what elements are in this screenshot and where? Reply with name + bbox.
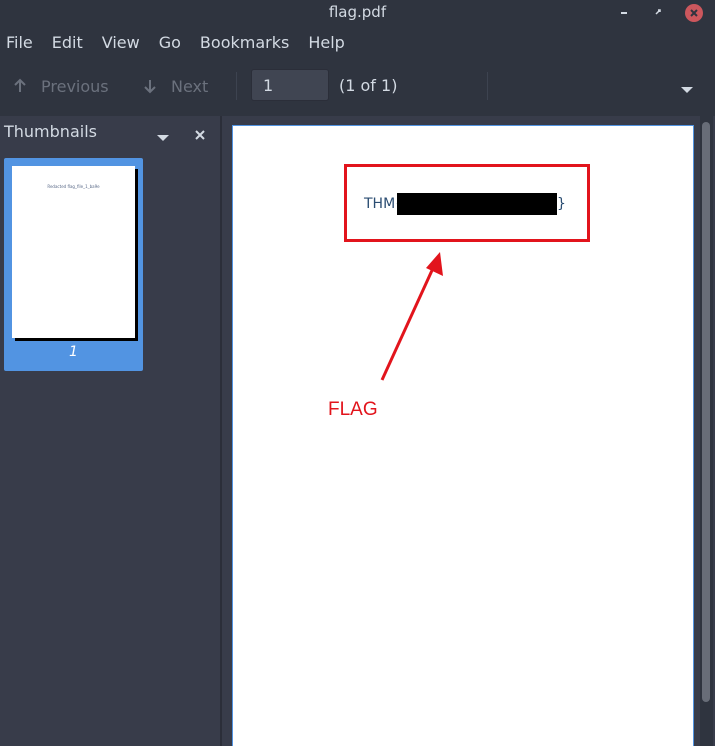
page-count: (1 of 1) — [339, 76, 398, 95]
chevron-down-icon — [157, 135, 169, 141]
maximize-button[interactable] — [648, 3, 668, 23]
menu-go[interactable]: Go — [159, 33, 181, 52]
page-number-input[interactable] — [251, 69, 329, 101]
sidebar-close-button[interactable] — [194, 126, 206, 145]
close-icon — [685, 4, 703, 22]
sidebar-title[interactable]: Thumbnails — [4, 122, 97, 141]
menu-view[interactable]: View — [102, 33, 140, 52]
toolbar-separator — [487, 72, 488, 100]
previous-label: Previous — [41, 76, 109, 96]
arrow-up-icon — [14, 78, 26, 92]
menu-bookmarks[interactable]: Bookmarks — [200, 33, 289, 52]
redaction-bar — [397, 193, 557, 215]
menu-help[interactable]: Help — [308, 33, 344, 52]
thumbnail-page-1[interactable]: Redacted flag_file_1_ba9e 1 — [4, 158, 143, 371]
next-label: Next — [171, 76, 209, 96]
sidebar: Thumbnails Redacted flag_file_1_ba9e 1 — [0, 116, 220, 746]
title-bar: flag.pdf — [0, 0, 715, 26]
arrow-down-icon — [144, 80, 156, 94]
minimize-icon — [621, 12, 627, 14]
thumbnail-text: Redacted flag_file_1_ba9e — [47, 184, 100, 189]
toolbar-separator — [236, 72, 237, 100]
flag-annotation-label: FLAG — [328, 399, 378, 420]
window-title: flag.pdf — [328, 3, 387, 21]
minimize-button[interactable] — [614, 3, 634, 23]
menu-file[interactable]: File — [6, 33, 33, 52]
maximize-icon — [655, 9, 661, 15]
thumbnail-image: Redacted flag_file_1_ba9e — [12, 166, 135, 338]
sidebar-header: Thumbnails — [0, 116, 220, 148]
next-page-button[interactable]: Next — [142, 74, 208, 98]
annotation-arrow — [380, 252, 443, 381]
chevron-down-icon — [681, 87, 693, 93]
menu-dropdown-button[interactable] — [680, 80, 694, 99]
flag-suffix: } — [557, 196, 566, 212]
sidebar-mode-dropdown[interactable] — [156, 128, 170, 147]
thumbnail-page-number: 1 — [69, 344, 78, 360]
menu-bar: File Edit View Go Bookmarks Help — [0, 28, 715, 56]
scrollbar-thumb[interactable] — [702, 122, 710, 702]
menu-edit[interactable]: Edit — [52, 33, 83, 52]
previous-page-button[interactable]: Previous — [12, 74, 109, 98]
close-window-button[interactable] — [684, 3, 704, 23]
close-icon — [195, 130, 205, 140]
toolbar: Previous Next (1 of 1) — [0, 58, 715, 114]
